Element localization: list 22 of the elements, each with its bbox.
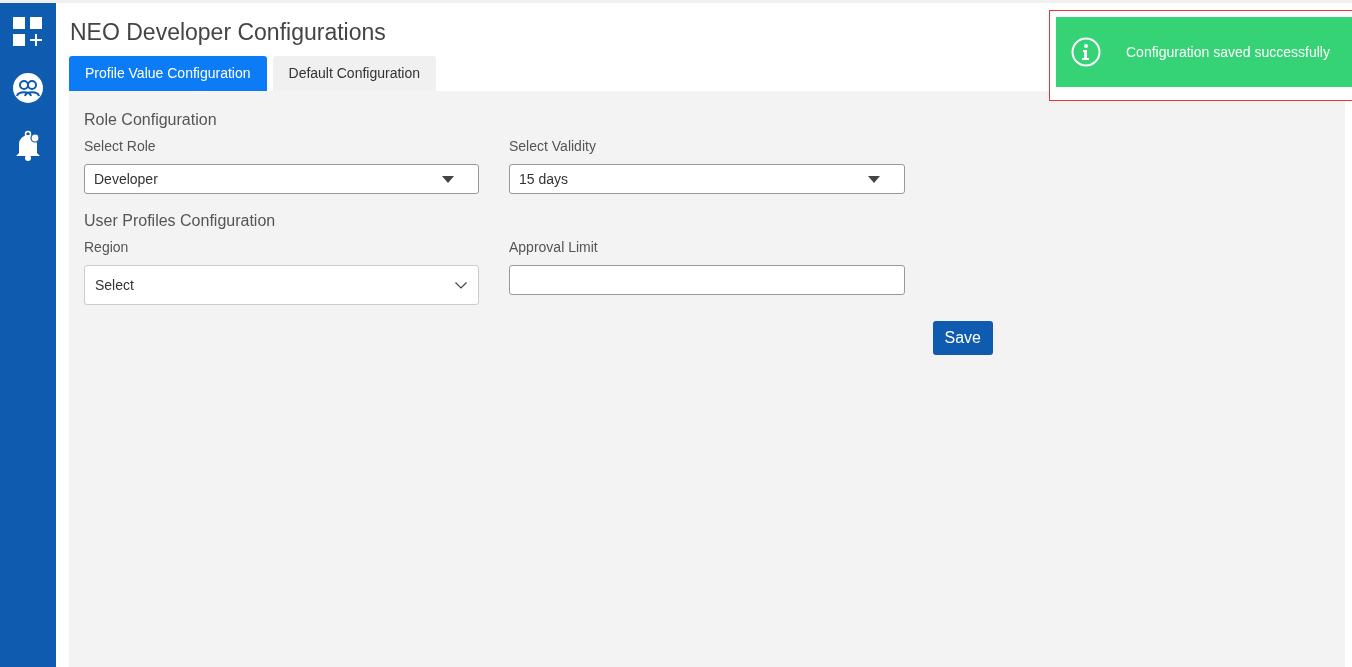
info-icon [1071,37,1101,67]
select-field[interactable]: Select [84,265,479,305]
apps-add-icon[interactable] [13,17,43,47]
field-label: Select Role [84,138,157,154]
dropdown[interactable]: 15 days [509,164,905,194]
users-icon[interactable] [13,73,43,103]
tab[interactable]: Profile Value Configuration [69,56,267,91]
tab[interactable]: Default Configuration [272,56,437,91]
save-button[interactable]: Save [932,321,993,355]
field-label: Approval Limit [509,239,599,255]
caret-icon [868,175,880,183]
input-field[interactable] [509,265,905,295]
toast-message: Configuration saved successfully [1126,44,1330,60]
chevron-down-icon [455,281,467,289]
bell-icon[interactable] [14,129,42,161]
caret-icon [442,175,454,183]
section-heading: Role Configuration [84,111,218,129]
field-label: Select Validity [509,138,597,154]
field-label: Region [84,239,130,255]
dropdown[interactable]: Developer [84,164,479,194]
page-title: NEO Developer Configurations [70,19,387,46]
section-heading: User Profiles Configuration [84,212,277,230]
